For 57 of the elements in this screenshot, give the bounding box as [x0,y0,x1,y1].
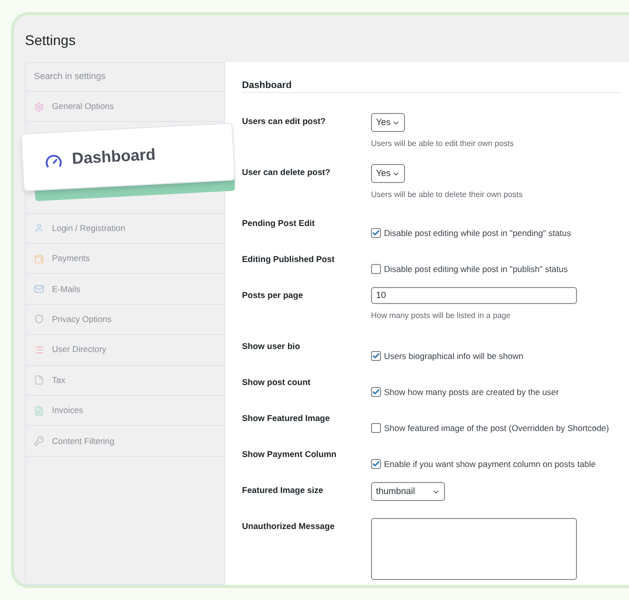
search-field[interactable]: Search in settings [26,63,224,92]
text-field[interactable]: 10 [371,287,577,304]
section-title: Dashboard [242,80,292,91]
dropdown[interactable]: Yes [371,164,405,183]
sidebar-item[interactable]: Payments [26,244,224,274]
checkbox[interactable] [371,228,381,238]
setting-label: User can delete post? [242,166,332,179]
page-title: Settings [25,31,76,50]
checkbox-label: Users biographical info will be shown [384,350,524,362]
mail-icon [34,284,44,294]
check-icon [372,229,380,237]
sidebar-item[interactable]: General Options [26,92,224,122]
checkbox-label: Enable if you want show payment column on posts table [384,458,596,470]
sidebar-item[interactable]: Privacy Options [26,304,224,336]
check-icon [372,388,380,396]
setting-label: Featured Image size [242,484,324,497]
sidebar-item[interactable]: Login / Registration [26,214,224,244]
dropdown[interactable]: thumbnail [371,482,445,501]
setting-label: Show Featured Image [242,412,331,425]
checkbox[interactable] [371,459,381,469]
checkbox-label: Show how many posts are created by the user [384,386,559,398]
document-icon [34,406,44,416]
dropdown[interactable]: Yes [371,113,405,132]
sidebar-item[interactable]: Content Filtering [26,426,224,457]
help-text: Users will be able to delete their own posts [371,189,523,201]
setting-label: Users can edit post? [242,115,327,128]
checkbox-label: Disable post editing while post in "publish" status [384,262,568,276]
user-icon [34,223,44,234]
checkbox[interactable] [371,351,381,361]
settings-icon [34,102,44,112]
sidebar-item[interactable]: E-Mails [26,274,224,305]
help-text: Users will be able to edit their own posts [371,138,514,150]
setting-label: Show user bio [242,340,302,353]
check-icon [372,352,380,360]
setting-label: Pending Post Edit [242,217,316,230]
checkbox-label: Disable post editing while post in "pending" status [384,226,572,240]
setting-label: Posts per page [242,289,304,302]
check-icon [372,460,380,468]
wallet-icon [34,254,44,264]
setting-label: Show Payment Column [242,448,338,461]
sidebar-item[interactable]: Invoices [26,396,224,426]
checkbox[interactable] [371,264,381,274]
help-text: How many posts will be listed in a page [371,310,512,322]
sidebar-item[interactable]: Tax [26,366,224,396]
list-icon [34,344,44,355]
checkbox[interactable] [371,387,381,397]
text-area[interactable] [371,518,577,580]
setting-label: Show post count [242,376,312,389]
sidebar-item[interactable]: User Directory [26,335,224,366]
checkbox-label: Show featured image of the post (Overridden by Shortcode) [384,422,609,434]
setting-label: Unauthorized Message [242,520,336,533]
document-icon [34,375,44,386]
key-icon [34,436,44,446]
card-label: Dashboard [71,146,156,170]
setting-label: Editing Published Post [242,253,336,266]
checkbox[interactable] [371,423,381,433]
shield-icon [34,314,44,324]
